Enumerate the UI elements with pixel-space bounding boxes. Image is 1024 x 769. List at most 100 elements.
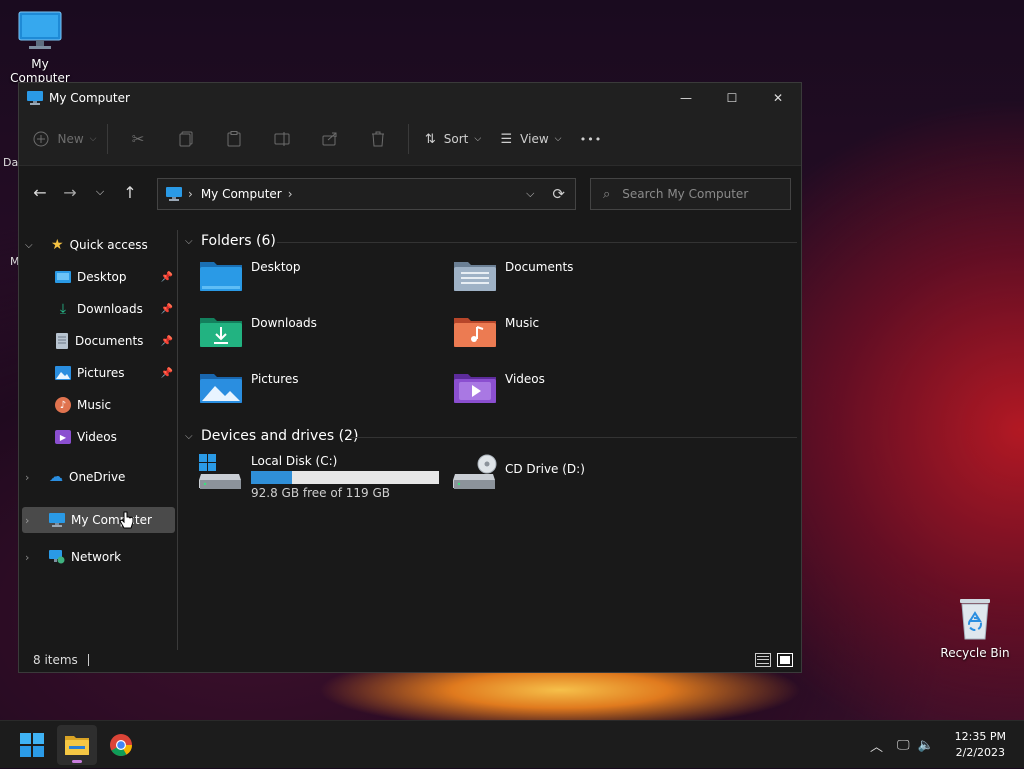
new-button[interactable]: New ⌵: [29, 123, 101, 155]
sidebar-item-downloads[interactable]: ⤓ Downloads 📌: [55, 296, 175, 322]
drive-tile-local-disk-c[interactable]: Local Disk (C:) 92.8 GB free of 119 GB: [199, 454, 439, 500]
chevron-up-icon[interactable]: ︿: [870, 736, 883, 755]
sort-icon: ⇅: [424, 131, 436, 147]
details-view-button[interactable]: [755, 653, 771, 667]
clock[interactable]: 12:35 PM 2/2/2023: [955, 729, 1006, 761]
desktop-icon-my-computer[interactable]: My Computer: [0, 10, 80, 85]
folder-name: Documents: [505, 260, 574, 274]
chevron-down-icon: ⌵: [95, 185, 105, 198]
address-history-dropdown-icon[interactable]: ⌵: [526, 187, 534, 201]
folder-name: Music: [505, 316, 540, 330]
minimize-icon: —: [680, 91, 692, 105]
monitor-icon: [27, 91, 43, 105]
sort-button[interactable]: ⇅ Sort ⌵: [415, 123, 491, 155]
share-button[interactable]: [306, 123, 354, 155]
folders-group-header[interactable]: ⌵ Folders (6): [185, 233, 276, 249]
group-title: Folders (6): [201, 233, 276, 249]
drive-tile-cd-drive-d[interactable]: CD Drive (D:): [453, 454, 585, 490]
volume-icon[interactable]: 🔈: [918, 738, 934, 753]
drive-free-space: 92.8 GB free of 119 GB: [251, 486, 390, 500]
music-folder-icon: [454, 318, 496, 347]
monitor-icon: [18, 11, 62, 49]
taskbar-chrome[interactable]: [101, 725, 141, 765]
address-bar[interactable]: › My Computer › ⌵ ⟳: [157, 178, 576, 210]
cut-button[interactable]: ✂: [114, 123, 162, 155]
sidebar-item-documents[interactable]: Documents 📌: [55, 328, 175, 354]
sidebar-item-label: Desktop: [77, 270, 127, 284]
sidebar-item-quick-access[interactable]: ⌵ ★ Quick access: [25, 232, 175, 258]
search-box[interactable]: ⌕: [590, 178, 791, 210]
drive-details: Local Disk (C:) 92.8 GB free of 119 GB: [251, 454, 439, 500]
paste-button[interactable]: [210, 123, 258, 155]
content-pane: ⌵ Folders (6) Desktop Documents Download…: [179, 230, 801, 650]
up-button[interactable]: ↑: [115, 177, 145, 207]
sidebar-item-my-computer[interactable]: › My Computer: [22, 507, 175, 533]
copy-icon: [179, 131, 193, 147]
back-button[interactable]: ←: [25, 177, 55, 207]
start-button[interactable]: [12, 725, 52, 765]
document-icon: [56, 333, 68, 349]
desktop-icon-label: My Computer: [10, 57, 70, 85]
trash-icon: [372, 131, 384, 147]
sidebar-item-music[interactable]: ♪ Music: [55, 392, 175, 418]
folder-tile-pictures[interactable]: Pictures: [199, 370, 299, 404]
pin-icon[interactable]: 📌: [161, 368, 173, 379]
drives-group-header[interactable]: ⌵ Devices and drives (2): [185, 428, 358, 444]
folder-tile-music[interactable]: Music: [453, 314, 539, 348]
close-button[interactable]: ✕: [755, 83, 801, 113]
windows-drive-icon: [199, 454, 241, 489]
folder-tile-videos[interactable]: Videos: [453, 370, 545, 404]
command-bar: New ⌵ ✂ ⇅ Sort ⌵ ☰ View ⌵ •••: [19, 113, 801, 166]
desktop-icon-recycle-bin[interactable]: Recycle Bin: [935, 597, 1015, 660]
chevron-down-icon: ⌵: [185, 235, 193, 247]
large-icons-view-button[interactable]: [777, 653, 793, 667]
rename-button[interactable]: [258, 123, 306, 155]
title-bar[interactable]: My Computer — ☐ ✕: [19, 83, 801, 113]
sidebar-item-label: Videos: [77, 430, 117, 444]
sidebar-item-pictures[interactable]: Pictures 📌: [55, 360, 175, 386]
minimize-button[interactable]: —: [663, 83, 709, 113]
status-bar: 8 items: [19, 648, 801, 672]
folder-tile-documents[interactable]: Documents: [453, 258, 573, 292]
network-status-icon[interactable]: 🖵: [897, 738, 910, 753]
pane-divider[interactable]: [177, 230, 178, 650]
folder-tile-downloads[interactable]: Downloads: [199, 314, 317, 348]
chevron-down-icon: ⌵: [185, 430, 193, 442]
chevron-down-icon: ⌵: [474, 134, 482, 144]
see-more-button[interactable]: •••: [571, 123, 611, 155]
copy-button[interactable]: [162, 123, 210, 155]
pin-icon[interactable]: 📌: [161, 304, 173, 315]
breadcrumb-my-computer[interactable]: My Computer: [201, 187, 282, 201]
clipboard-icon: [227, 131, 241, 147]
sidebar-item-onedrive[interactable]: › ☁ OneDrive: [25, 464, 175, 490]
close-icon: ✕: [772, 91, 784, 105]
chevron-right-icon: ›: [25, 513, 30, 527]
sidebar-item-desktop[interactable]: Desktop 📌: [55, 264, 175, 290]
sidebar-item-label: Downloads: [77, 302, 143, 316]
pin-icon[interactable]: 📌: [161, 272, 173, 283]
pictures-folder-icon: [200, 374, 242, 403]
chrome-icon: [110, 734, 132, 756]
download-icon: ⤓: [59, 301, 67, 317]
sidebar-item-network[interactable]: › Network: [25, 544, 175, 570]
view-list-icon: ☰: [500, 131, 513, 147]
new-label: New: [57, 132, 84, 146]
sidebar-item-videos[interactable]: ▶ Videos: [55, 424, 175, 450]
folder-tile-desktop[interactable]: Desktop: [199, 258, 301, 292]
tiles-view-icon: [780, 656, 790, 664]
taskbar-file-explorer[interactable]: [57, 725, 97, 765]
videos-icon: ▶: [55, 430, 71, 444]
file-explorer-window: My Computer — ☐ ✕ New ⌵ ✂ ⇅ Sort ⌵ ☰ Vie…: [18, 82, 802, 673]
monitor-icon: [166, 187, 182, 201]
toolbar-separator: [408, 124, 409, 154]
recent-locations-button[interactable]: ⌵: [85, 177, 115, 207]
maximize-button[interactable]: ☐: [709, 83, 755, 113]
forward-button[interactable]: →: [55, 177, 85, 207]
share-icon: [322, 132, 337, 146]
delete-button[interactable]: [354, 123, 402, 155]
view-label: View: [520, 132, 549, 146]
pin-icon[interactable]: 📌: [161, 336, 173, 347]
refresh-icon[interactable]: ⟳: [552, 185, 565, 203]
search-input[interactable]: [620, 186, 775, 202]
view-button[interactable]: ☰ View ⌵: [491, 123, 571, 155]
